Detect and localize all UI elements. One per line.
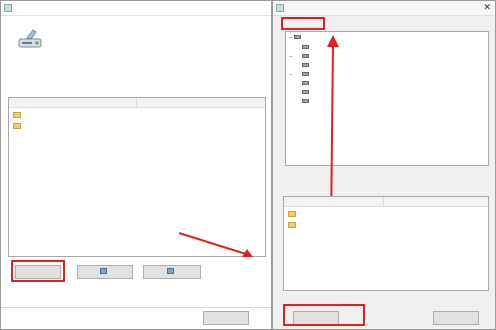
- highlight-location-label: [281, 17, 325, 30]
- col-header-name[interactable]: [284, 197, 384, 207]
- drive-icon: [302, 81, 309, 86]
- red-arrow-left: [178, 232, 253, 257]
- tree-node[interactable]: [302, 45, 311, 51]
- expand-icon[interactable]: –: [289, 54, 294, 60]
- folder-tree[interactable]: – – –: [285, 31, 489, 166]
- tree-node[interactable]: [302, 90, 311, 96]
- highlight-ok-button: [283, 304, 365, 326]
- tree-node[interactable]: [302, 99, 311, 105]
- cancel-button[interactable]: [433, 311, 479, 325]
- left-titlebar: [1, 1, 271, 16]
- drive-icon: [302, 90, 309, 95]
- right-titlebar: ✕: [273, 1, 495, 16]
- expand-icon[interactable]: –: [289, 72, 294, 78]
- right-dialog-window: ✕ – – –: [272, 0, 496, 330]
- drive-icon: [302, 45, 309, 50]
- right-folder-list[interactable]: [283, 196, 489, 291]
- folder-icon: [13, 123, 21, 129]
- footer-divider: [1, 307, 271, 308]
- computer-icon: [294, 35, 301, 40]
- tree-node[interactable]: –: [289, 72, 311, 78]
- tree-node[interactable]: –: [289, 54, 311, 60]
- left-bottom-button[interactable]: [203, 311, 249, 325]
- col-header-path[interactable]: [137, 98, 265, 108]
- properties-button[interactable]: [143, 265, 201, 279]
- drive-icon: [302, 54, 309, 59]
- list-item[interactable]: [288, 211, 299, 218]
- drive-icon: [302, 99, 309, 104]
- app-icon: [276, 4, 284, 12]
- close-icon[interactable]: ✕: [483, 2, 491, 13]
- list-item[interactable]: [13, 123, 24, 130]
- refresh-icon: [167, 268, 174, 275]
- app-icon: [4, 4, 12, 12]
- tree-node[interactable]: [302, 81, 311, 87]
- drive-icon: [302, 63, 309, 68]
- folder-icon: [288, 211, 296, 217]
- list-item[interactable]: [288, 222, 299, 229]
- remove-button[interactable]: [77, 265, 133, 279]
- folder-icon: [13, 112, 21, 118]
- disk-device-icon: [17, 27, 45, 51]
- drive-icon: [302, 72, 309, 77]
- folder-icon: [288, 222, 296, 228]
- left-dialog-window: [0, 0, 272, 330]
- refresh-icon: [100, 268, 107, 275]
- list-item[interactable]: [13, 112, 24, 119]
- highlight-add-button: [11, 260, 65, 282]
- col-header-path[interactable]: [384, 197, 488, 207]
- tree-node[interactable]: [302, 63, 311, 69]
- col-header-name[interactable]: [9, 98, 137, 108]
- tree-node-root[interactable]: –: [289, 35, 303, 41]
